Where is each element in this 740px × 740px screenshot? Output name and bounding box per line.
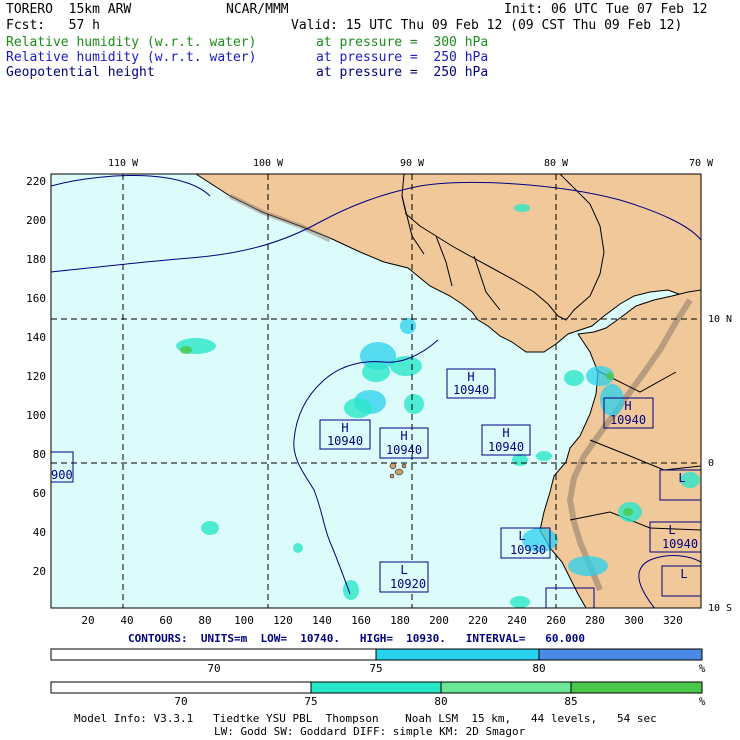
low-symbol-5: L <box>680 567 687 581</box>
low-symbol-4: L <box>678 471 685 485</box>
x-tick: 100 <box>234 614 254 627</box>
contour-info: CONTOURS: UNITS=m LOW= 10740. HIGH= 1093… <box>128 632 585 645</box>
x-tick: 300 <box>624 614 644 627</box>
high-symbol-2: H <box>341 421 348 435</box>
lon-label-70w: 70 W <box>689 158 714 169</box>
y-tick: 100 <box>26 409 46 422</box>
x-tick: 240 <box>507 614 527 627</box>
lat-label-10s: 10 S <box>708 603 732 614</box>
x-tick: 20 <box>81 614 94 627</box>
colorbar-300-tick: 70 <box>174 695 187 708</box>
y-tick: 60 <box>33 487 46 500</box>
high-value-5: 10940 <box>610 413 646 427</box>
y-tick: 40 <box>33 526 46 539</box>
colorbar-250-tick: 75 <box>369 662 382 675</box>
contour-interval: INTERVAL= 60.000 <box>465 632 586 645</box>
colorbar-250-seg-2 <box>375 648 540 661</box>
colorbar-300-tick: 80 <box>434 695 447 708</box>
y-tick: 160 <box>26 292 46 305</box>
y-tick: 80 <box>33 448 46 461</box>
high-value-1: 10940 <box>453 383 489 397</box>
high-symbol-3: H <box>400 429 407 443</box>
high-symbol-4: H <box>502 426 509 440</box>
colorbar-300hpa: 70 75 80 85 % <box>50 681 706 708</box>
high-value-3: 10940 <box>386 443 422 457</box>
x-tick: 180 <box>390 614 410 627</box>
contour-high: HIGH= 10930. <box>359 632 446 645</box>
colorbar-250-tick: 70 <box>207 662 220 675</box>
low-symbol-3: L <box>668 523 675 537</box>
colorbar-300-seg-4 <box>570 681 703 694</box>
latitude-labels: 10 N 0 10 S <box>708 314 732 614</box>
colorbar-250-seg-1 <box>50 648 377 661</box>
contour-low: LOW= 10740. <box>260 632 340 645</box>
colorbar-300-seg-2 <box>310 681 442 694</box>
left-axis-ticks: 220 200 180 160 140 120 100 80 60 40 20 <box>26 175 46 578</box>
low-symbol-1: L <box>400 563 407 577</box>
y-tick: 180 <box>26 253 46 266</box>
y-tick: 220 <box>26 175 46 188</box>
weather-map: H 10940 H 10940 H 10940 H 10940 H 10940 … <box>26 158 732 708</box>
colorbar-300-seg-3 <box>440 681 572 694</box>
colorbar-300-tick: 85 <box>564 695 577 708</box>
lat-label-0: 0 <box>708 458 714 469</box>
x-tick: 260 <box>546 614 566 627</box>
high-symbol-1: H <box>467 370 474 384</box>
lon-label-110w: 110 W <box>108 158 139 169</box>
high-value-2: 10940 <box>327 434 363 448</box>
bottom-axis-ticks: 20 40 60 80 100 120 140 160 180 200 220 … <box>81 614 683 627</box>
colorbar-250-unit: % <box>699 662 706 675</box>
lon-label-80w: 80 W <box>544 158 569 169</box>
x-tick: 200 <box>429 614 449 627</box>
edge-value-left: 900 <box>51 468 73 482</box>
y-tick: 120 <box>26 370 46 383</box>
longitude-labels: 110 W 100 W 90 W 80 W 70 W <box>108 158 714 169</box>
low-value-1: 10920 <box>390 577 426 591</box>
colorbar-300-tick: 75 <box>304 695 317 708</box>
x-tick: 140 <box>312 614 332 627</box>
x-tick: 120 <box>273 614 293 627</box>
x-tick: 320 <box>663 614 683 627</box>
x-tick: 280 <box>585 614 605 627</box>
y-tick: 200 <box>26 214 46 227</box>
low-value-2: 10930 <box>510 543 546 557</box>
x-tick: 60 <box>159 614 172 627</box>
colorbar-250-tick: 80 <box>532 662 545 675</box>
low-value-3: 10940 <box>662 537 698 551</box>
lon-label-100w: 100 W <box>253 158 284 169</box>
model-info-line-2: LW: Godd SW: Goddard DIFF: simple KM: 2D… <box>214 725 526 738</box>
x-tick: 80 <box>198 614 211 627</box>
lon-label-90w: 90 W <box>400 158 425 169</box>
high-symbol-5: H <box>624 399 631 413</box>
model-info-line-1: Model Info: V3.3.1 Tiedtke YSU PBL Thomp… <box>74 712 657 725</box>
colorbar-300-seg-1 <box>50 681 312 694</box>
lat-label-10n: 10 N <box>708 314 732 325</box>
colorbar-300-unit: % <box>699 695 706 708</box>
contour-units: UNITS=m <box>200 632 248 645</box>
y-tick: 140 <box>26 331 46 344</box>
y-tick: 20 <box>33 565 46 578</box>
colorbar-250hpa: 70 75 80 % <box>50 648 706 675</box>
colorbar-250-seg-3 <box>538 648 703 661</box>
high-value-4: 10940 <box>488 440 524 454</box>
x-tick: 160 <box>351 614 371 627</box>
x-tick: 40 <box>120 614 133 627</box>
x-tick: 220 <box>468 614 488 627</box>
low-symbol-2: L <box>518 529 525 543</box>
contour-label: CONTOURS: <box>128 632 188 645</box>
